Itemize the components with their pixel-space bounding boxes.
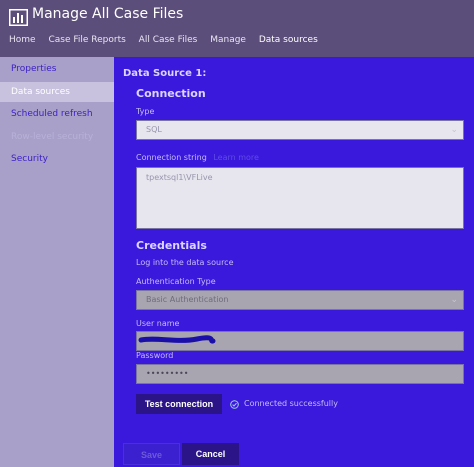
username-input[interactable] bbox=[136, 331, 464, 351]
breadcrumb: Home Case File Reports All Case Files Ma… bbox=[9, 35, 328, 45]
main-panel: Data Source 1: Connection Type SQL ⌄ Con… bbox=[114, 57, 474, 467]
breadcrumb-home[interactable]: Home bbox=[9, 35, 36, 45]
save-button[interactable]: Save bbox=[123, 443, 180, 465]
credentials-description: Log into the data source bbox=[136, 258, 234, 267]
auth-type-select[interactable]: Basic Authentication ⌄ bbox=[136, 290, 464, 310]
username-label: User name bbox=[136, 319, 180, 328]
connection-status: Connected successfully bbox=[244, 399, 338, 408]
sidebar-item-security[interactable]: Security bbox=[0, 149, 114, 169]
sidebar: Properties Data sources Scheduled refres… bbox=[0, 57, 114, 467]
connection-heading: Connection bbox=[136, 87, 206, 100]
sidebar-item-data-sources[interactable]: Data sources bbox=[0, 82, 114, 102]
auth-type-value: Basic Authentication bbox=[146, 295, 229, 304]
password-input[interactable]: ••••••••• bbox=[136, 364, 464, 384]
type-select-value: SQL bbox=[146, 125, 162, 134]
credentials-heading: Credentials bbox=[136, 239, 207, 252]
report-icon bbox=[9, 9, 28, 26]
page-title: Manage All Case Files bbox=[32, 6, 184, 22]
breadcrumb-case-file-reports[interactable]: Case File Reports bbox=[48, 35, 125, 45]
breadcrumb-data-sources: Data sources bbox=[258, 35, 318, 45]
breadcrumb-manage[interactable]: Manage bbox=[210, 35, 246, 45]
header-bar: Manage All Case Files Home Case File Rep… bbox=[0, 0, 474, 57]
type-select[interactable]: SQL ⌄ bbox=[136, 120, 464, 140]
chevron-down-icon: ⌄ bbox=[450, 295, 458, 305]
cancel-button[interactable]: Cancel bbox=[182, 443, 239, 465]
sidebar-item-row-level-security[interactable]: Row-level security bbox=[0, 127, 114, 147]
data-source-title: Data Source 1: bbox=[123, 68, 207, 79]
chevron-down-icon: ⌄ bbox=[450, 125, 458, 135]
sidebar-item-scheduled-refresh[interactable]: Scheduled refresh bbox=[0, 104, 114, 124]
check-circle-icon bbox=[230, 400, 239, 409]
test-connection-button[interactable]: Test connection bbox=[136, 394, 222, 414]
type-label: Type bbox=[136, 107, 155, 116]
redaction-scribble bbox=[138, 335, 216, 344]
connection-string-label: Connection string Learn more bbox=[136, 153, 259, 162]
learn-more-link[interactable]: Learn more bbox=[213, 153, 259, 162]
connection-string-textarea[interactable]: tpextsql1\VFLive bbox=[136, 167, 464, 229]
auth-type-label: Authentication Type bbox=[136, 277, 216, 286]
breadcrumb-all-case-files[interactable]: All Case Files bbox=[139, 35, 198, 45]
password-label: Password bbox=[136, 351, 174, 360]
sidebar-item-properties[interactable]: Properties bbox=[0, 59, 114, 79]
